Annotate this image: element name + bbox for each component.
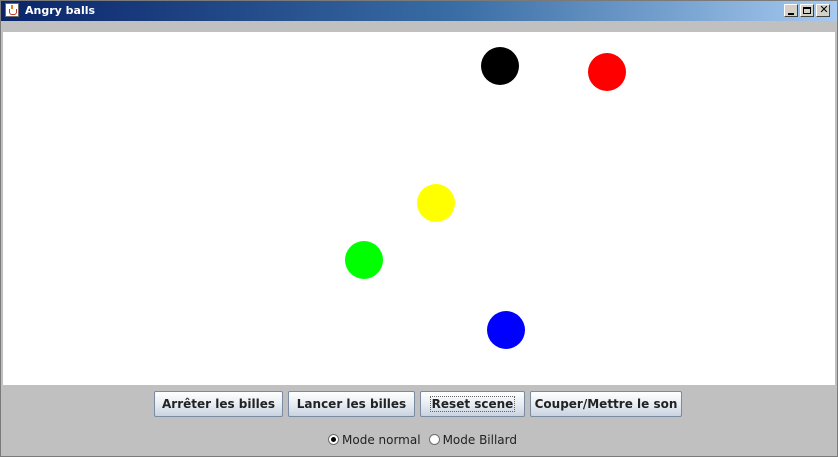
ball-black — [481, 47, 519, 85]
maximize-icon — [803, 7, 811, 14]
mode-billard-label[interactable]: Mode Billard — [443, 433, 517, 447]
toggle-sound-button[interactable]: Couper/Mettre le son — [530, 391, 682, 417]
mode-billard-radio[interactable] — [428, 434, 440, 445]
ball-yellow — [417, 184, 455, 222]
ball-red — [588, 53, 626, 91]
menu-strip — [1, 21, 837, 31]
app-window: Angry balls ✕ Arrêter les billes Lancer … — [0, 0, 838, 457]
minimize-icon — [788, 13, 794, 15]
launch-balls-button[interactable]: Lancer les billes — [288, 391, 415, 417]
stop-balls-button[interactable]: Arrêter les billes — [154, 391, 283, 417]
maximize-button[interactable] — [800, 4, 814, 17]
mode-selector: Mode normal Mode Billard — [328, 432, 525, 448]
minimize-button[interactable] — [784, 4, 798, 17]
mode-normal-label[interactable]: Mode normal — [342, 433, 421, 447]
reset-scene-label: Reset scene — [429, 396, 516, 412]
control-panel: Arrêter les billes Lancer les billes Res… — [1, 385, 837, 456]
window-title: Angry balls — [25, 4, 96, 17]
ball-green — [345, 241, 383, 279]
reset-scene-button[interactable]: Reset scene — [420, 391, 525, 417]
title-bar[interactable]: Angry balls ✕ — [1, 1, 837, 21]
ball-canvas[interactable] — [3, 32, 835, 385]
close-icon: ✕ — [819, 3, 829, 16]
ball-blue — [487, 311, 525, 349]
java-cup-icon[interactable] — [5, 3, 19, 17]
mode-normal-radio[interactable] — [328, 434, 339, 445]
close-button[interactable]: ✕ — [816, 4, 830, 17]
